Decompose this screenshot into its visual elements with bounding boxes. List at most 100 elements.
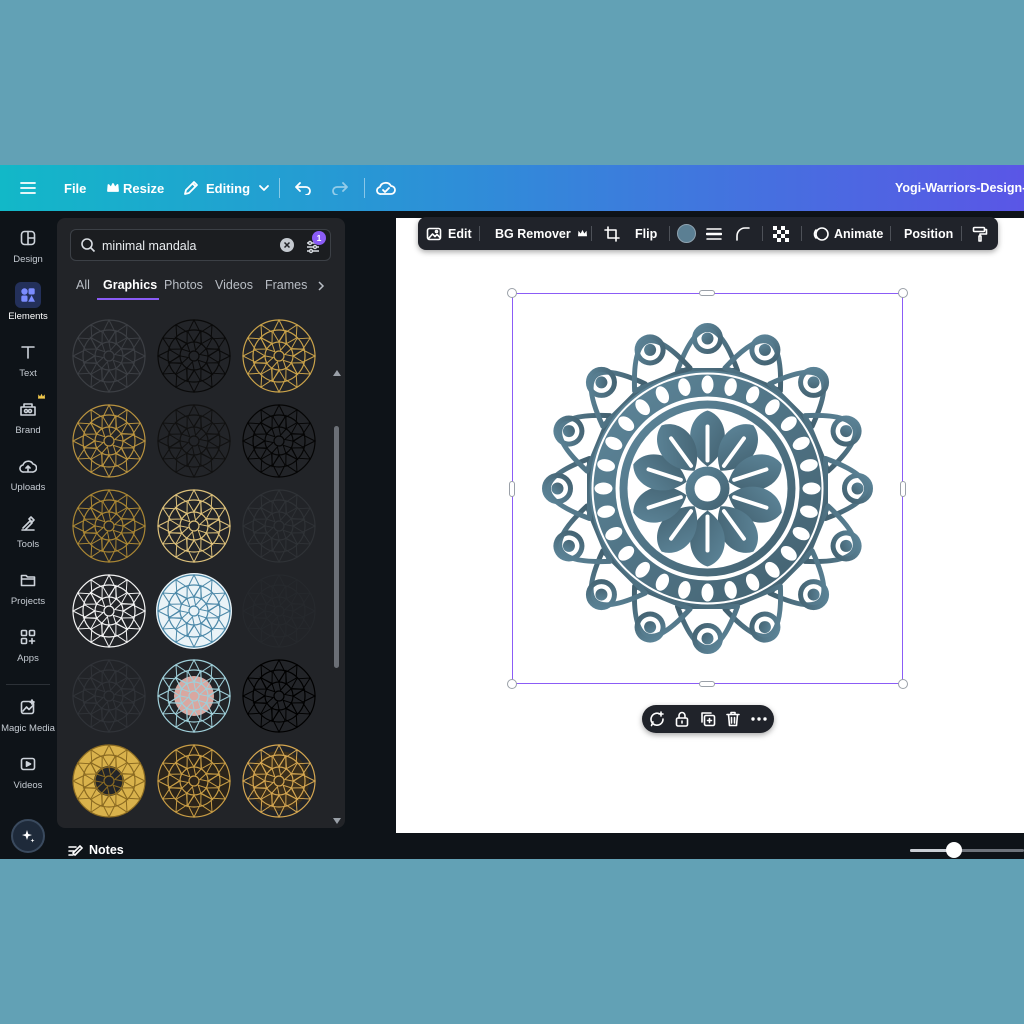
graphic-result[interactable] [239, 741, 319, 821]
editing-mode-dropdown[interactable]: Editing [183, 165, 270, 211]
animate-label: Animate [834, 226, 884, 241]
brand-icon [20, 403, 36, 416]
corner-rounding-button[interactable] [736, 217, 750, 250]
sidebar-item-projects[interactable]: Projects [0, 567, 56, 619]
comment-button[interactable] [646, 705, 668, 733]
clear-search-button[interactable] [280, 238, 294, 252]
graphic-result[interactable] [239, 401, 319, 481]
graphic-result[interactable] [154, 571, 234, 651]
resize-button[interactable]: Resize [107, 165, 164, 211]
sidebar-item-brand[interactable]: Brand [0, 393, 56, 448]
sidebar-item-design[interactable]: Design [0, 225, 56, 277]
cloud-save-status[interactable] [376, 165, 396, 211]
resize-handle-top[interactable] [699, 290, 715, 296]
divider [801, 226, 802, 241]
more-options-button[interactable] [748, 705, 770, 733]
sidebar-item-label: Magic Media [1, 723, 55, 734]
resize-label: Resize [123, 180, 165, 196]
color-swatch [677, 224, 696, 243]
sidebar-item-elements[interactable]: Elements [0, 282, 56, 334]
chevron-right-icon[interactable] [317, 280, 325, 292]
graphic-result[interactable] [239, 571, 319, 651]
apps-icon [20, 629, 36, 645]
sidebar-item-label: Uploads [10, 482, 46, 493]
tab-frames[interactable]: Frames [265, 278, 307, 292]
zoom-slider-handle[interactable] [946, 842, 962, 858]
divider [890, 226, 891, 241]
flip-button[interactable]: Flip [635, 217, 657, 250]
resize-handle-top-right[interactable] [898, 288, 908, 298]
resize-handle-left[interactable] [509, 481, 515, 497]
sidebar-item-label: Elements [8, 311, 48, 322]
border-style-button[interactable] [706, 217, 722, 250]
color-swatch-button[interactable] [677, 217, 696, 250]
tools-icon [21, 516, 35, 531]
edit-image-button[interactable]: Edit [426, 217, 472, 250]
sidebar-item-magic-media[interactable]: Magic Media [0, 694, 56, 746]
animate-button[interactable]: Animate [813, 217, 883, 250]
delete-button[interactable] [722, 705, 744, 733]
tab-all[interactable]: All [76, 278, 90, 292]
divider [591, 226, 592, 241]
transparency-button[interactable] [773, 217, 789, 250]
notes-icon [68, 844, 84, 857]
search-input[interactable] [102, 236, 272, 256]
flip-label: Flip [635, 226, 658, 241]
sidebar-item-label: Projects [10, 596, 46, 607]
tab-videos[interactable]: Videos [215, 278, 253, 292]
scroll-up-arrow[interactable] [333, 370, 341, 376]
duplicate-button[interactable] [697, 705, 719, 733]
resize-handle-bottom-left[interactable] [507, 679, 517, 689]
sidebar-item-label: Videos [13, 780, 43, 791]
tab-photos[interactable]: Photos [164, 278, 203, 292]
graphic-result[interactable] [69, 571, 149, 651]
cloud-check-icon [376, 181, 396, 195]
graphic-result[interactable] [69, 486, 149, 566]
element-toolbar: Edit BG Remover Flip Animate Position [418, 217, 998, 250]
resize-handle-top-left[interactable] [507, 288, 517, 298]
lock-button[interactable] [671, 705, 693, 733]
crop-button[interactable] [604, 217, 620, 250]
redo-button[interactable] [331, 165, 349, 211]
graphic-result[interactable] [239, 656, 319, 736]
sidebar-item-videos[interactable]: Videos [0, 751, 56, 803]
main-menu-button[interactable] [20, 165, 36, 211]
graphic-result[interactable] [69, 656, 149, 736]
graphic-result[interactable] [69, 401, 149, 481]
file-menu-button[interactable]: File [64, 165, 86, 211]
resize-handle-bottom[interactable] [699, 681, 715, 687]
selection-box[interactable] [512, 293, 903, 684]
graphic-result[interactable] [69, 316, 149, 396]
crown-icon [107, 183, 119, 192]
resize-handle-bottom-right[interactable] [898, 679, 908, 689]
bg-remover-button[interactable]: BG Remover [495, 217, 588, 250]
graphic-result[interactable] [239, 486, 319, 566]
sidebar-item-apps[interactable]: Apps [0, 624, 56, 676]
line-weight-icon [706, 227, 722, 240]
sidebar-item-tools[interactable]: Tools [0, 510, 56, 562]
elements-panel: 1 All Graphics Photos Videos Frames [57, 218, 345, 828]
crown-icon [38, 393, 45, 399]
magic-assistant-button[interactable] [11, 819, 45, 853]
scrollbar-thumb[interactable] [334, 426, 339, 668]
magic-media-icon [20, 699, 35, 715]
sidebar-item-uploads[interactable]: Uploads [0, 453, 56, 505]
document-title[interactable]: Yogi-Warriors-Design-Te [895, 165, 1024, 211]
undo-button[interactable] [294, 165, 312, 211]
resize-handle-right[interactable] [900, 481, 906, 497]
graphic-result[interactable] [154, 401, 234, 481]
graphic-result[interactable] [69, 741, 149, 821]
filter-button[interactable]: 1 [305, 231, 326, 255]
graphic-result[interactable] [154, 316, 234, 396]
graphic-result[interactable] [239, 316, 319, 396]
copy-style-button[interactable] [972, 217, 988, 250]
pencil-icon [184, 181, 198, 195]
graphic-result[interactable] [154, 741, 234, 821]
sidebar-item-text[interactable]: Text [0, 339, 56, 391]
position-button[interactable]: Position [904, 217, 953, 250]
graphic-result[interactable] [154, 486, 234, 566]
notes-button[interactable]: Notes [68, 841, 124, 859]
scroll-down-arrow[interactable] [333, 818, 341, 824]
graphic-result[interactable] [154, 656, 234, 736]
tab-graphics[interactable]: Graphics [103, 278, 157, 292]
